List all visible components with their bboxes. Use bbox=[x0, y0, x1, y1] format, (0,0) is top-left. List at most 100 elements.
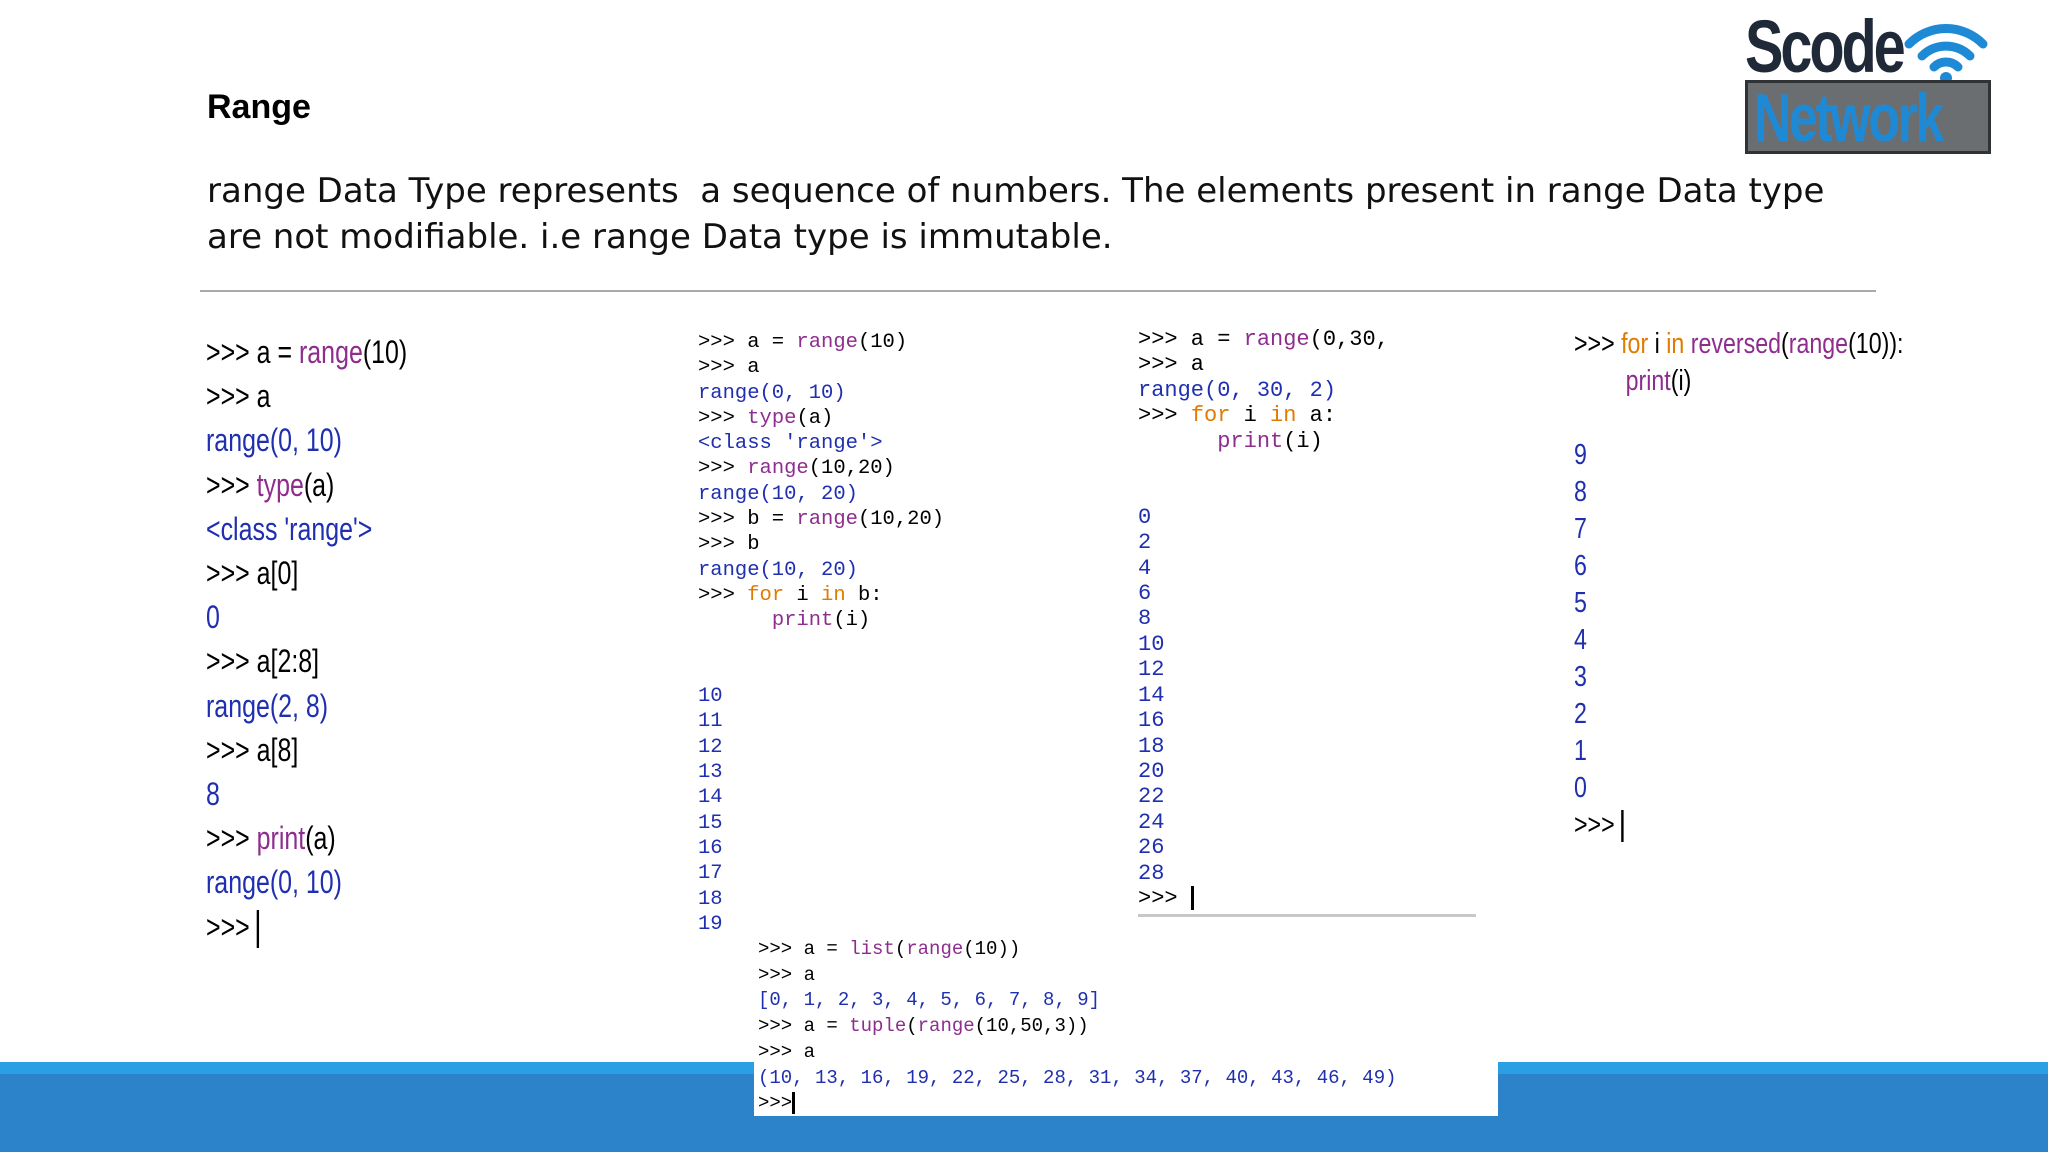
code-token: tuple bbox=[849, 1015, 907, 1038]
text-cursor bbox=[1190, 886, 1194, 911]
slide-title: Range bbox=[207, 88, 311, 126]
code-token: range(0, 10) bbox=[206, 864, 342, 901]
code-token: 8 bbox=[1574, 476, 1587, 508]
logo-box: Network bbox=[1745, 80, 1991, 154]
code-token: print bbox=[1217, 428, 1284, 454]
code-line: >>> a = range(0,30, bbox=[1138, 327, 1389, 352]
code-line: >>> a[2:8] bbox=[206, 639, 407, 683]
code-token: >>> bbox=[698, 457, 748, 481]
code-line: range(0, 10) bbox=[698, 381, 944, 406]
code-token: 2 bbox=[1138, 530, 1152, 556]
code-line: >>> range(10,20) bbox=[698, 456, 944, 481]
code-token: 15 bbox=[698, 811, 723, 835]
code-line: 8 bbox=[1138, 606, 1389, 631]
code-line: 16 bbox=[1138, 708, 1389, 733]
code-token: in bbox=[821, 583, 846, 607]
code-token: 8 bbox=[206, 776, 220, 813]
panel3-bottom-rule bbox=[1138, 914, 1476, 917]
code-token: 16 bbox=[1138, 708, 1165, 734]
code-token: >>> bbox=[1574, 328, 1622, 360]
code-line: 6 bbox=[1574, 548, 1904, 585]
code-line: 0 bbox=[206, 595, 407, 639]
code-token: range bbox=[796, 508, 858, 532]
slide-body: range Data Type represents a sequence of… bbox=[207, 168, 1824, 260]
code-token: >>> bbox=[1138, 885, 1191, 911]
code-line: >>> bbox=[758, 1091, 1397, 1117]
code-line: >>> b = range(10,20) bbox=[698, 507, 944, 532]
code-token: b: bbox=[845, 583, 883, 607]
code-line: print(i) bbox=[1138, 429, 1389, 454]
code-token: >>> a = bbox=[758, 1015, 850, 1038]
code-token: ( bbox=[894, 938, 907, 960]
code-token: >>> a bbox=[1138, 352, 1205, 378]
code-panel-reversed-range: >>> for i in reversed(range(10)): print(… bbox=[1574, 326, 1904, 844]
code-line: 7 bbox=[1574, 511, 1904, 548]
code-line: >>> a bbox=[758, 963, 1397, 989]
code-line: print(i) bbox=[698, 608, 944, 633]
code-panel-range-loop: >>> a = range(10) >>> a range(0, 10) >>> ty… bbox=[698, 330, 944, 937]
code-token: 24 bbox=[1138, 809, 1165, 835]
logo-text-top: Scode bbox=[1745, 5, 1906, 88]
code-line: 3 bbox=[1574, 659, 1904, 696]
code-token: 10 bbox=[698, 685, 723, 709]
code-line: range(0, 30, 2) bbox=[1138, 378, 1389, 403]
code-line: [0, 1, 2, 3, 4, 5, 6, 7, 8, 9] bbox=[758, 988, 1397, 1014]
code-token: a: bbox=[1296, 403, 1337, 429]
logo: Scode Network bbox=[1745, 5, 1995, 154]
text-cursor bbox=[256, 910, 260, 949]
code-token: 14 bbox=[1138, 682, 1165, 708]
code-line: 22 bbox=[1138, 784, 1389, 809]
code-line: 24 bbox=[1138, 810, 1389, 835]
code-line: >>> for i in reversed(range(10)): bbox=[1574, 326, 1904, 363]
code-token: >>> a = bbox=[1138, 327, 1244, 352]
code-token: >>> bbox=[758, 1092, 793, 1115]
wifi-icon bbox=[1904, 24, 1988, 84]
code-line: range(10, 20) bbox=[698, 558, 944, 583]
code-line: >>> print(a) bbox=[206, 816, 407, 860]
code-token: 7 bbox=[1574, 513, 1587, 545]
code-token: in bbox=[1270, 403, 1297, 429]
code-line: >>> b bbox=[698, 532, 944, 557]
code-token: 11 bbox=[698, 710, 723, 734]
code-line: >>> a = range(10) bbox=[698, 330, 944, 355]
code-token: 8 bbox=[1138, 606, 1152, 632]
code-line: 11 bbox=[698, 709, 944, 734]
code-token: 12 bbox=[1138, 657, 1165, 683]
code-panel-list-tuple: >>> a = list(range(10)) >>> a [0, 1, 2, 3,… bbox=[758, 937, 1397, 1117]
code-token: i bbox=[784, 583, 822, 607]
code-token: (10) bbox=[857, 331, 908, 354]
code-token: range(2, 8) bbox=[206, 687, 329, 724]
body-line-2: are not modifiable. i.e range Data type … bbox=[207, 217, 1113, 257]
code-token: >>> bbox=[698, 406, 748, 430]
code-token: (10)) bbox=[963, 938, 1021, 960]
code-token: 12 bbox=[698, 735, 723, 759]
code-token: (0,30, bbox=[1309, 327, 1389, 352]
code-token: 13 bbox=[698, 761, 723, 785]
code-line: 18 bbox=[698, 887, 944, 912]
code-line: >>> bbox=[206, 905, 407, 949]
code-line: 15 bbox=[698, 811, 944, 836]
code-token: (10,50,3)) bbox=[974, 1015, 1089, 1038]
code-line: <class 'range'> bbox=[698, 431, 944, 456]
code-token: >>> bbox=[698, 583, 748, 607]
code-line: 10 bbox=[698, 684, 944, 709]
code-line: 26 bbox=[1138, 835, 1389, 860]
code-token: 0 bbox=[1574, 772, 1587, 804]
code-token: 5 bbox=[1574, 587, 1587, 619]
code-token: 0 bbox=[1138, 504, 1152, 530]
code-token: >>> a = bbox=[758, 938, 850, 960]
code-token: type bbox=[256, 466, 304, 503]
title-divider bbox=[200, 290, 1876, 292]
code-token: i bbox=[1230, 403, 1271, 429]
code-token: >>> bbox=[206, 820, 257, 857]
code-line: 28 bbox=[1138, 861, 1389, 886]
code-line: 4 bbox=[1138, 556, 1389, 581]
code-token: range(10, 20) bbox=[698, 558, 858, 582]
code-line: 18 bbox=[1138, 734, 1389, 759]
code-token: 10 bbox=[1138, 631, 1165, 657]
